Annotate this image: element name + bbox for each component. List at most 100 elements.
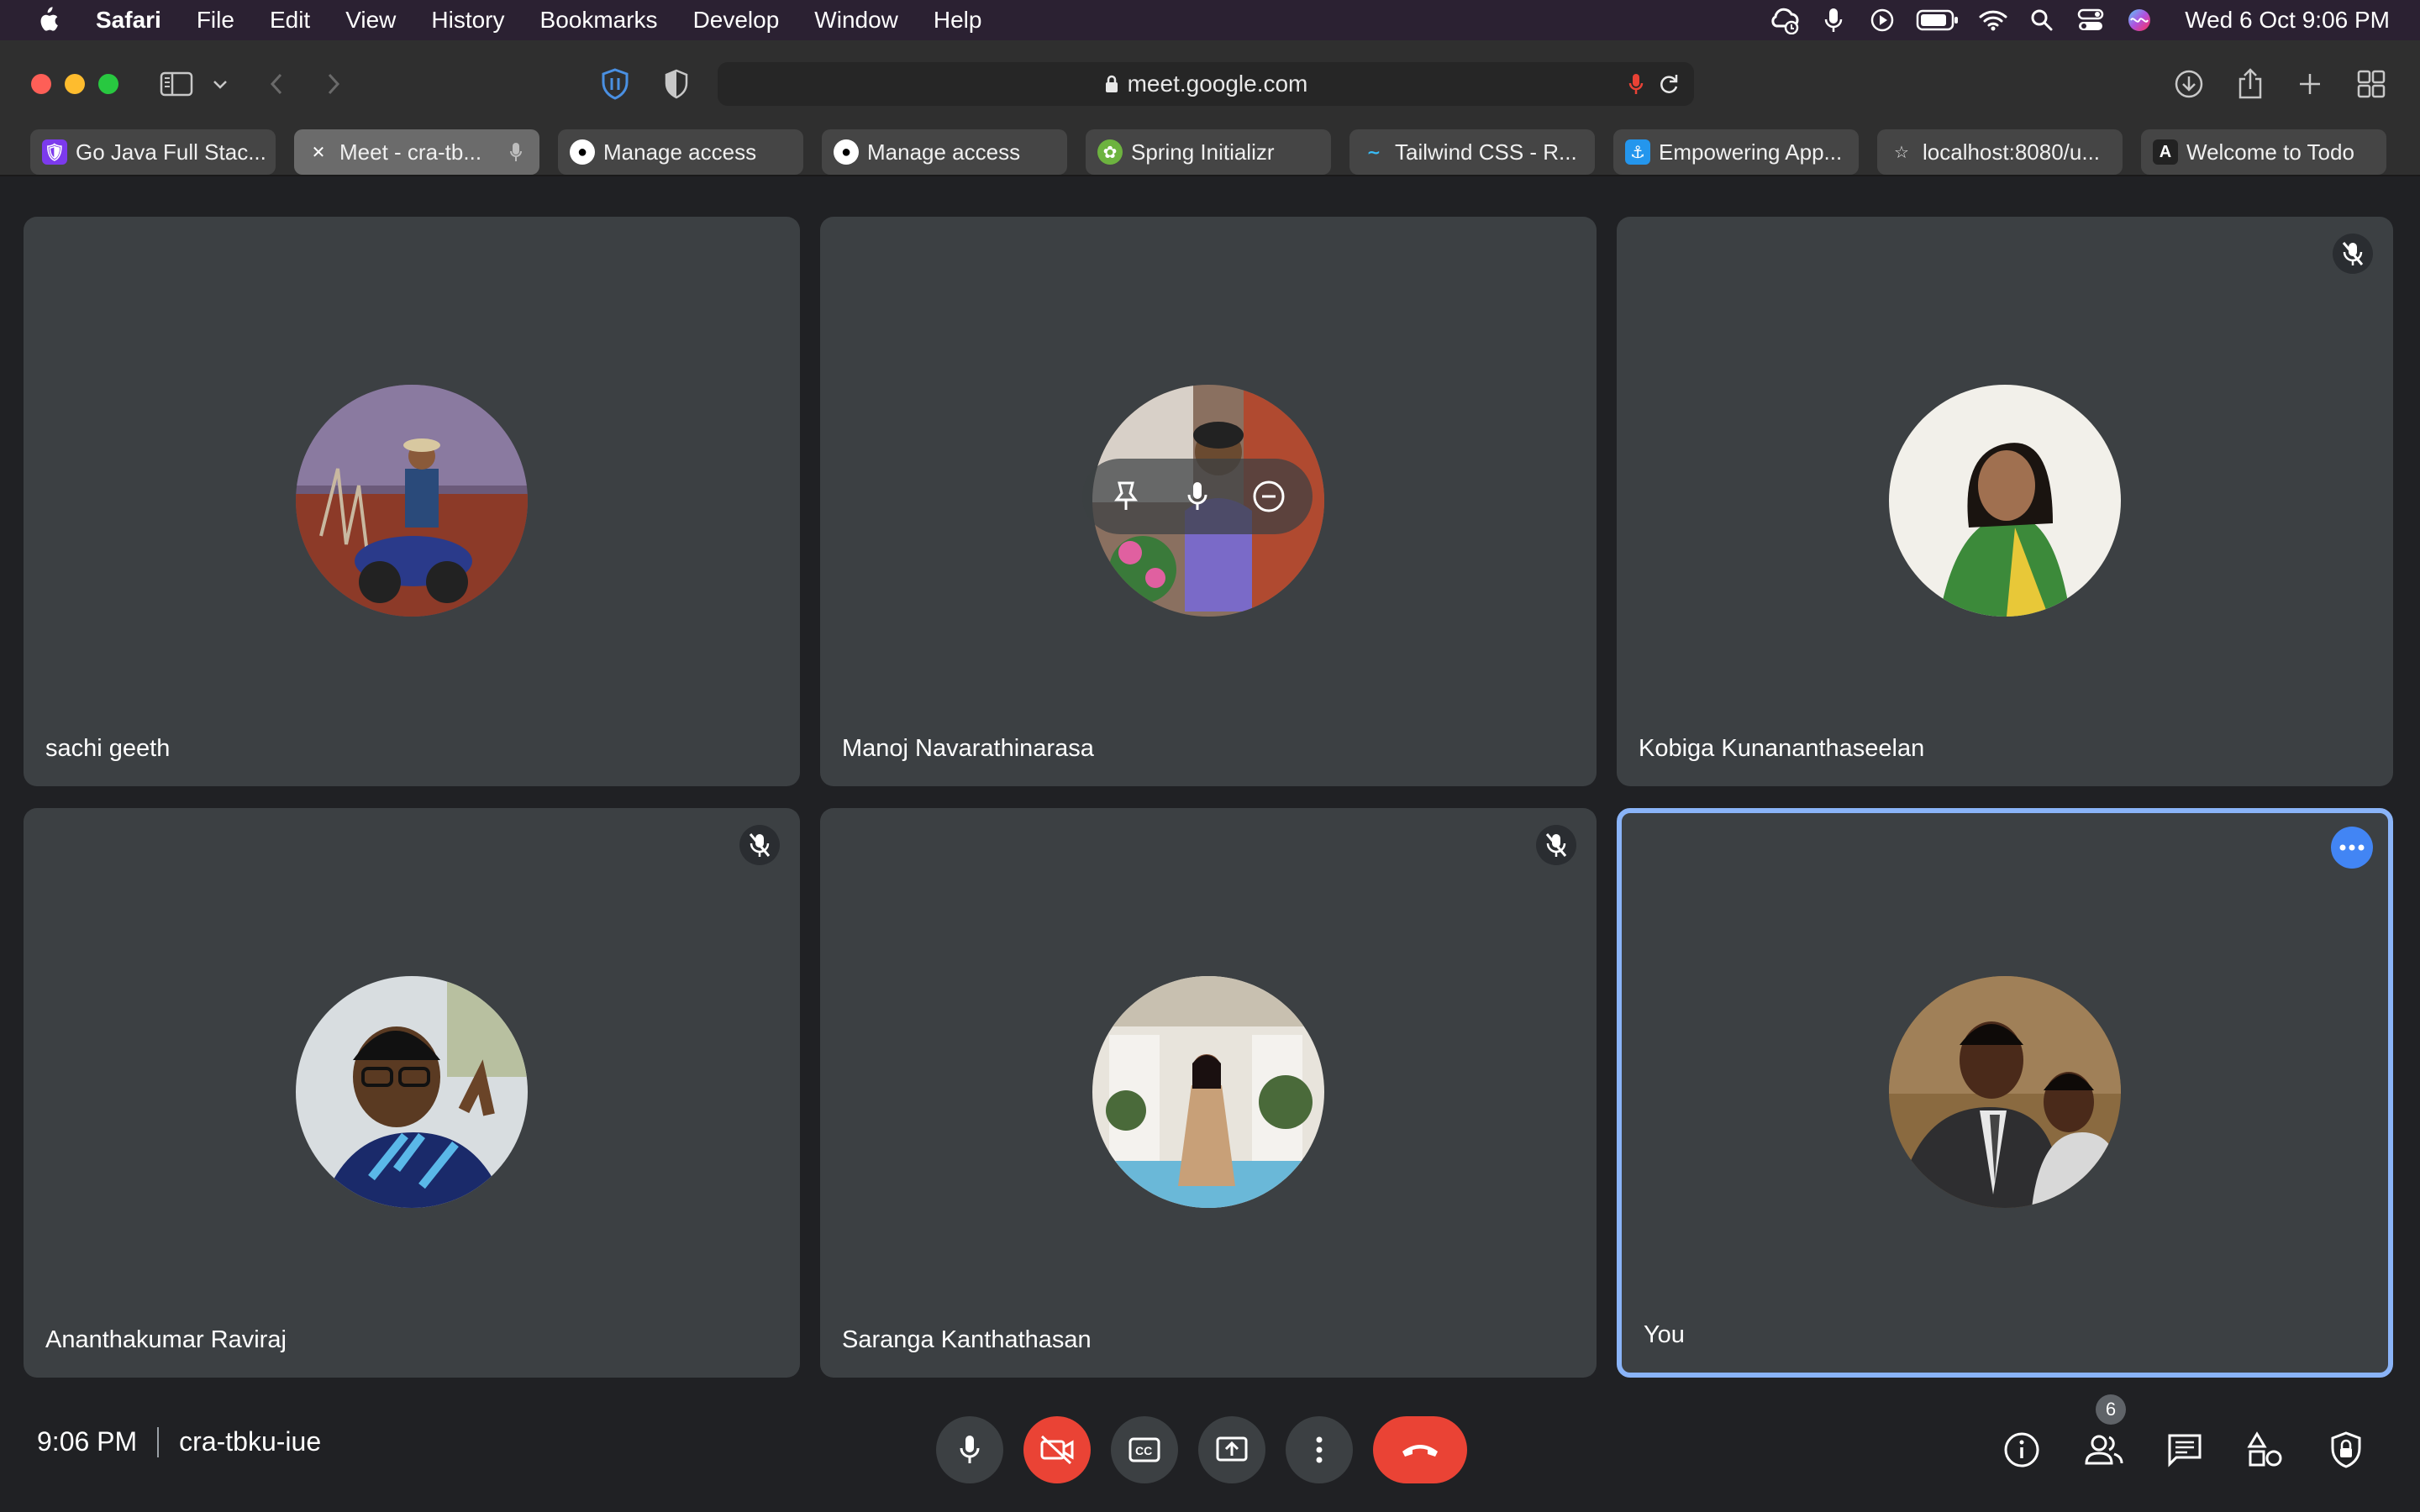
microphone-icon[interactable]: [1172, 471, 1223, 522]
microphone-icon: [960, 1436, 980, 1463]
participant-avatar: [1889, 976, 2121, 1208]
camera-toggle-button[interactable]: [1023, 1416, 1091, 1483]
participant-tile[interactable]: Kobiga Kunananthaseelan: [1617, 217, 2393, 786]
meet-control-bar: 9:06 PM cra-tbku-iue CC 6: [0, 1383, 2420, 1512]
menu-bookmarks[interactable]: Bookmarks: [540, 7, 658, 34]
leave-call-button[interactable]: [1373, 1416, 1467, 1483]
menu-file[interactable]: File: [197, 7, 234, 34]
tab-go-java[interactable]: 🛡 Go Java Full Stac...: [30, 129, 276, 175]
meeting-details-button[interactable]: [1998, 1426, 2045, 1473]
close-window-button[interactable]: [31, 74, 51, 94]
menu-window[interactable]: Window: [814, 7, 898, 34]
menu-history[interactable]: History: [431, 7, 504, 34]
chat-icon: [2168, 1434, 2202, 1467]
menu-help[interactable]: Help: [934, 7, 982, 34]
end-call-icon: [1402, 1445, 1438, 1457]
siri-icon[interactable]: [2123, 0, 2156, 40]
new-tab-plus-icon[interactable]: [2297, 66, 2323, 102]
participant-tile[interactable]: sachi geeth: [24, 217, 800, 786]
menu-edit[interactable]: Edit: [270, 7, 310, 34]
docker-favicon-icon: ⚓: [1625, 139, 1650, 165]
divider: [157, 1426, 160, 1457]
participant-name: sachi geeth: [45, 735, 171, 762]
menu-bar-clock[interactable]: Wed 6 Oct 9:06 PM: [2185, 7, 2390, 34]
participant-avatar: [296, 976, 528, 1208]
back-arrow-icon[interactable]: [267, 66, 286, 102]
tab-overview-icon[interactable]: [2356, 66, 2386, 102]
address-bar[interactable]: meet.google.com: [718, 62, 1694, 106]
privacy-shield-icon[interactable]: [598, 66, 632, 102]
chevron-down-icon[interactable]: [212, 66, 229, 102]
github-favicon-icon: ●: [570, 139, 595, 165]
participant-tile[interactable]: Saranga Kanthathasan: [820, 808, 1597, 1378]
meeting-time: 9:06 PM: [37, 1426, 138, 1457]
tab-label: Meet - cra-tb...: [339, 139, 482, 165]
reload-icon[interactable]: [1657, 72, 1681, 96]
participant-tile-self[interactable]: You: [1617, 808, 2393, 1378]
battery-icon[interactable]: [1914, 0, 1961, 40]
activities-shapes-icon: [2247, 1431, 2282, 1467]
menu-develop[interactable]: Develop: [693, 7, 780, 34]
people-button[interactable]: [2081, 1426, 2128, 1473]
participant-tile[interactable]: Manoj Navarathinarasa: [820, 217, 1597, 786]
participant-tile[interactable]: Ananthakumar Raviraj: [24, 808, 800, 1378]
share-icon[interactable]: [2237, 66, 2264, 102]
cloud-sync-icon[interactable]: [1768, 0, 1802, 40]
github-favicon-icon: ●: [834, 139, 859, 165]
chat-button[interactable]: [2161, 1426, 2208, 1473]
tab-meet[interactable]: ✕ Meet - cra-tb...: [294, 129, 539, 175]
tab-audio-microphone-icon[interactable]: [509, 141, 523, 163]
participant-name: Kobiga Kunananthaseelan: [1639, 735, 1925, 762]
tab-manage-access-1[interactable]: ● Manage access: [558, 129, 803, 175]
participant-photo: [1889, 385, 2121, 617]
downloads-icon[interactable]: [2173, 66, 2205, 102]
spotlight-search-icon[interactable]: [2025, 0, 2059, 40]
tab-spring-initializr[interactable]: ✿ Spring Initializr: [1086, 129, 1331, 175]
minimize-window-button[interactable]: [65, 74, 85, 94]
activities-button[interactable]: [2242, 1426, 2289, 1473]
wifi-icon[interactable]: [1976, 0, 2010, 40]
tab-tailwind[interactable]: ∼ Tailwind CSS - R...: [1349, 129, 1595, 175]
spring-leaf-favicon-icon: ✿: [1097, 139, 1123, 165]
tab-docker[interactable]: ⚓ Empowering App...: [1613, 129, 1859, 175]
meeting-code[interactable]: cra-tbku-iue: [179, 1426, 321, 1457]
participant-name: You: [1644, 1321, 1685, 1348]
safari-toolbar: meet.google.com 🛡 Go Java Full Stac... ✕…: [0, 40, 2420, 176]
participant-count-badge: 6: [2096, 1394, 2126, 1425]
sidebar-toggle-icon[interactable]: [160, 66, 193, 102]
control-center-icon[interactable]: [2074, 0, 2107, 40]
tab-label: Empowering App...: [1659, 139, 1843, 165]
participant-name: Saranga Kanthathasan: [842, 1326, 1092, 1353]
recording-microphone-icon[interactable]: [1628, 72, 1644, 96]
more-options-button[interactable]: [1286, 1416, 1353, 1483]
apple-logo-icon[interactable]: [35, 7, 59, 34]
pin-icon[interactable]: [1101, 471, 1151, 522]
more-options-icon[interactable]: [2331, 827, 2373, 869]
captions-button[interactable]: CC: [1111, 1416, 1178, 1483]
tab-manage-access-2[interactable]: ● Manage access: [822, 129, 1067, 175]
closed-captions-icon: CC: [1128, 1437, 1160, 1462]
microphone-icon[interactable]: [1817, 0, 1850, 40]
microphone-toggle-button[interactable]: [936, 1416, 1003, 1483]
menu-view[interactable]: View: [345, 7, 396, 34]
zoom-window-button[interactable]: [98, 74, 118, 94]
angular-favicon-icon: A: [2153, 139, 2178, 165]
remove-participant-icon[interactable]: [1244, 471, 1294, 522]
present-screen-button[interactable]: [1198, 1416, 1265, 1483]
tailwind-favicon-icon: ∼: [1366, 143, 1381, 162]
tab-localhost[interactable]: ☆ localhost:8080/u...: [1877, 129, 2123, 175]
tab-close-icon[interactable]: ✕: [306, 139, 331, 165]
play-icon[interactable]: [1865, 0, 1899, 40]
participant-photo: [296, 976, 528, 1208]
participant-avatar: [296, 385, 528, 617]
forward-arrow-icon[interactable]: [324, 66, 343, 102]
participant-photo: [1092, 976, 1324, 1208]
muted-microphone-icon: [739, 825, 780, 865]
half-shield-icon[interactable]: [662, 66, 691, 102]
tab-todo[interactable]: A Welcome to Todo: [2141, 129, 2386, 175]
people-icon: [2085, 1435, 2123, 1465]
host-controls-button[interactable]: [2323, 1426, 2370, 1473]
present-screen-icon: [1216, 1436, 1248, 1462]
muted-microphone-icon: [1536, 825, 1576, 865]
menu-app-name[interactable]: Safari: [96, 7, 161, 34]
